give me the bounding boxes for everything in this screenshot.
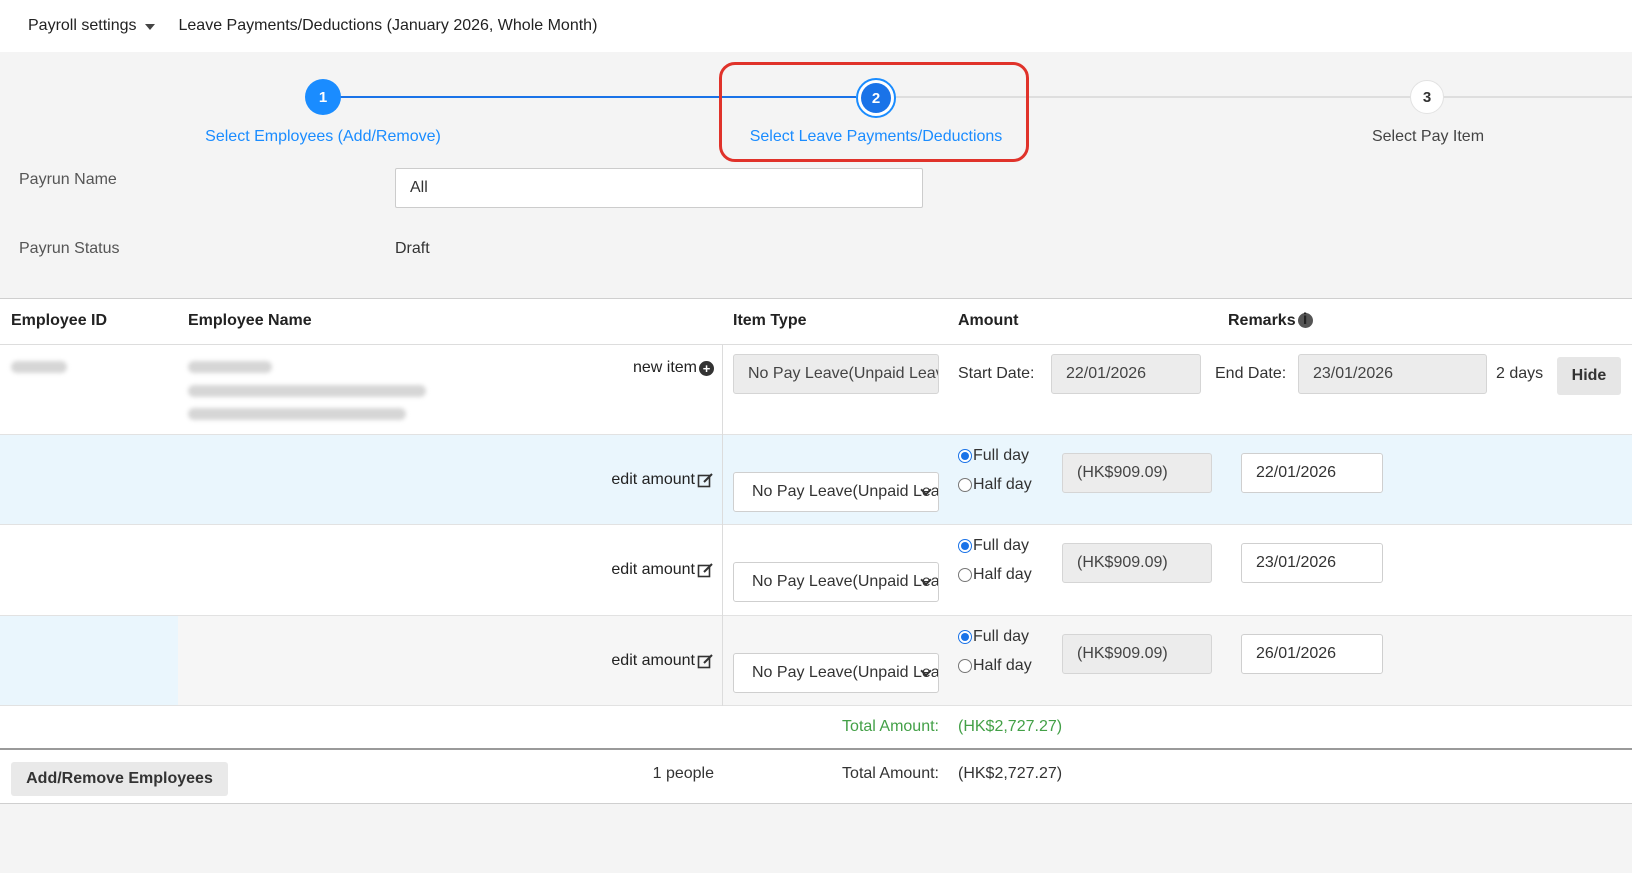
employee-id-redacted (11, 361, 67, 373)
edit-amount-label: edit amount (611, 561, 695, 578)
total-label: Total Amount: (842, 765, 939, 782)
edit-icon (697, 472, 713, 487)
full-day-radio[interactable]: Full day (958, 447, 1029, 465)
subtotal-row: Total Amount: (HK$2,727.27) (0, 706, 1632, 750)
edit-amount-link[interactable]: edit amount (611, 561, 714, 579)
radio-unchecked-icon (958, 478, 972, 492)
full-day-radio[interactable]: Full day (958, 628, 1029, 646)
employee-main-row: new item + No Pay Leave(Unpaid Leave) St… (0, 345, 1632, 435)
step-3-number: 3 (1422, 88, 1432, 106)
table-footer: Add/Remove Employees 1 people Total Amou… (0, 750, 1632, 804)
radio-checked-icon (958, 630, 972, 644)
subtotal-value: (HK$2,727.27) (958, 718, 1063, 735)
end-date-label: End Date: (1215, 365, 1287, 382)
item-type-value: No Pay Leave(Unpaid Leave) (752, 664, 939, 681)
hide-button[interactable]: Hide (1557, 357, 1621, 395)
step-1-label[interactable]: Select Employees (Add/Remove) (205, 128, 441, 146)
edit-amount-link[interactable]: edit amount (611, 652, 714, 670)
radio-unchecked-icon (958, 659, 972, 673)
employee-residency-redacted (188, 385, 426, 397)
half-day-label: Half day (973, 657, 1032, 674)
leave-items-table: Employee ID Employee Name Item Type Amou… (0, 298, 1632, 804)
edit-amount-label: edit amount (611, 652, 695, 669)
full-day-label: Full day (973, 447, 1030, 464)
amount-field: (HK$909.09) (1062, 453, 1212, 493)
half-day-radio[interactable]: Half day (958, 566, 1032, 584)
header-employee-id: Employee ID (11, 312, 108, 329)
payrun-status-value: Draft (395, 240, 430, 257)
new-item-label: new item (632, 359, 697, 376)
remark-date-input[interactable]: 22/01/2026 (1241, 453, 1383, 493)
half-day-radio[interactable]: Half day (958, 476, 1032, 494)
full-day-label: Full day (973, 537, 1030, 554)
step-1-circle[interactable]: 1 (305, 79, 341, 115)
edit-icon (697, 562, 713, 577)
row-selection-tint (0, 616, 178, 705)
item-type-value: No Pay Leave(Unpaid Leave) (752, 483, 939, 500)
header-amount: Amount (958, 312, 1019, 329)
page-breadcrumb: Leave Payments/Deductions (January 2026,… (178, 17, 598, 34)
start-date-label: Start Date: (958, 365, 1035, 382)
payroll-settings-menu[interactable]: Payroll settings (28, 17, 155, 35)
end-date-field: 23/01/2026 (1298, 354, 1487, 394)
caret-down-icon (144, 24, 155, 30)
step-3-circle[interactable]: 3 (1410, 80, 1444, 114)
full-day-label: Full day (973, 628, 1030, 645)
radio-checked-icon (958, 449, 972, 463)
half-day-label: Half day (973, 476, 1032, 493)
item-type-select[interactable]: No Pay Leave(Unpaid Leave) (733, 653, 939, 693)
column-divider (722, 345, 723, 706)
start-date-field: 22/01/2026 (1051, 354, 1201, 394)
amount-field: (HK$909.09) (1062, 634, 1212, 674)
payroll-settings-label: Payroll settings (28, 17, 137, 34)
item-type-select[interactable]: No Pay Leave(Unpaid Leave) (733, 472, 939, 512)
remark-date-input[interactable]: 23/01/2026 (1241, 543, 1383, 583)
payrun-name-field[interactable]: All (395, 168, 923, 208)
item-type-value: No Pay Leave(Unpaid Leave) (752, 573, 939, 590)
edit-icon (697, 653, 713, 668)
leave-detail-row: edit amount No Pay Leave(Unpaid Leave) F… (0, 525, 1632, 616)
top-bar: Payroll settings Leave Payments/Deductio… (0, 0, 1632, 52)
header-remarks-text: Remarks (1228, 312, 1296, 329)
payrun-status-label: Payrun Status (19, 240, 120, 257)
edit-amount-link[interactable]: edit amount (611, 471, 714, 489)
radio-unchecked-icon (958, 568, 972, 582)
half-day-radio[interactable]: Half day (958, 657, 1032, 675)
header-item-type: Item Type (733, 312, 807, 329)
current-step-highlight (719, 62, 1029, 162)
step-1-number: 1 (318, 88, 328, 106)
table-header: Employee ID Employee Name Item Type Amou… (0, 299, 1632, 345)
edit-amount-label: edit amount (611, 471, 695, 488)
new-item-link[interactable]: new item + (633, 359, 714, 377)
half-day-label: Half day (973, 566, 1032, 583)
payrun-name-label: Payrun Name (19, 171, 117, 188)
remark-date-input[interactable]: 26/01/2026 (1241, 634, 1383, 674)
radio-checked-icon (958, 539, 972, 553)
header-remarks: Remarks i (1228, 311, 1313, 330)
employee-title-redacted (188, 408, 406, 420)
amount-field: (HK$909.09) (1062, 543, 1212, 583)
item-type-select[interactable]: No Pay Leave(Unpaid Leave) (733, 562, 939, 602)
full-day-radio[interactable]: Full day (958, 537, 1029, 555)
info-icon[interactable]: i (1297, 311, 1313, 328)
employee-name-redacted (188, 361, 272, 373)
item-type-readonly: No Pay Leave(Unpaid Leave) (733, 354, 939, 394)
step-3-label[interactable]: Select Pay Item (1372, 128, 1484, 146)
leave-detail-row: edit amount No Pay Leave(Unpaid Leave) F… (0, 435, 1632, 525)
leave-detail-row: edit amount No Pay Leave(Unpaid Leave) F… (0, 616, 1632, 706)
people-count: 1 people (652, 765, 714, 782)
add-remove-employees-button[interactable]: Add/Remove Employees (11, 762, 228, 796)
total-value: (HK$2,727.27) (958, 765, 1063, 782)
header-employee-name: Employee Name (188, 312, 312, 329)
subtotal-label: Total Amount: (842, 718, 939, 735)
days-count: 2 days (1496, 365, 1544, 382)
plus-circle-icon: + (699, 360, 714, 376)
